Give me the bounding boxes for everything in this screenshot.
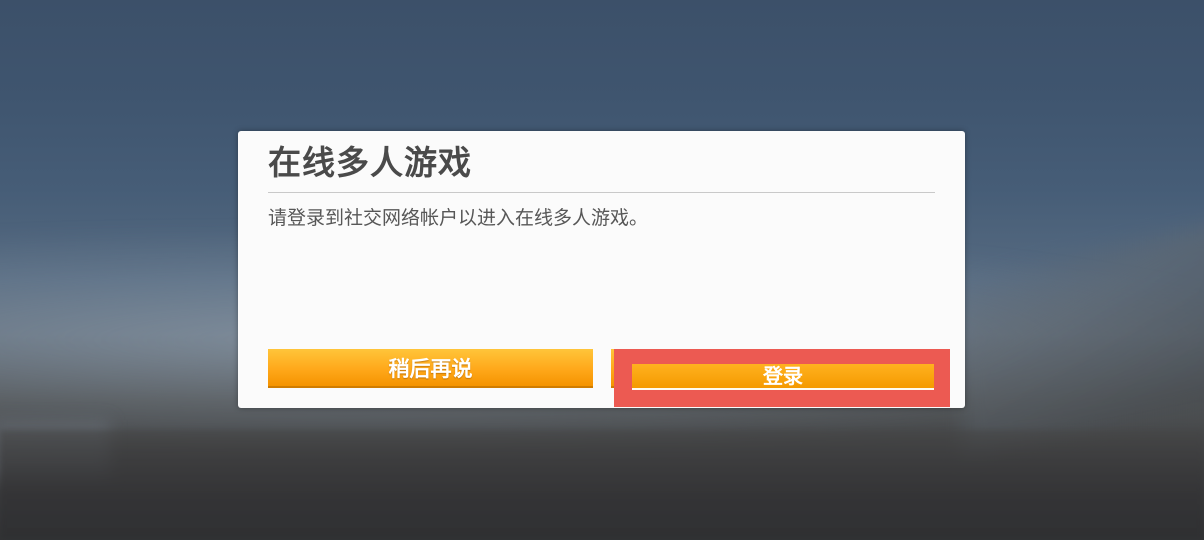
dialog-divider — [268, 192, 935, 193]
background-ground — [0, 430, 1204, 540]
dialog-message: 请登录到社交网络帐户以进入在线多人游戏。 — [268, 207, 649, 229]
login-button-highlighted[interactable]: 登录 — [632, 364, 934, 390]
dialog-title: 在线多人游戏 — [268, 143, 472, 182]
later-button[interactable]: 稍后再说 — [268, 349, 593, 388]
